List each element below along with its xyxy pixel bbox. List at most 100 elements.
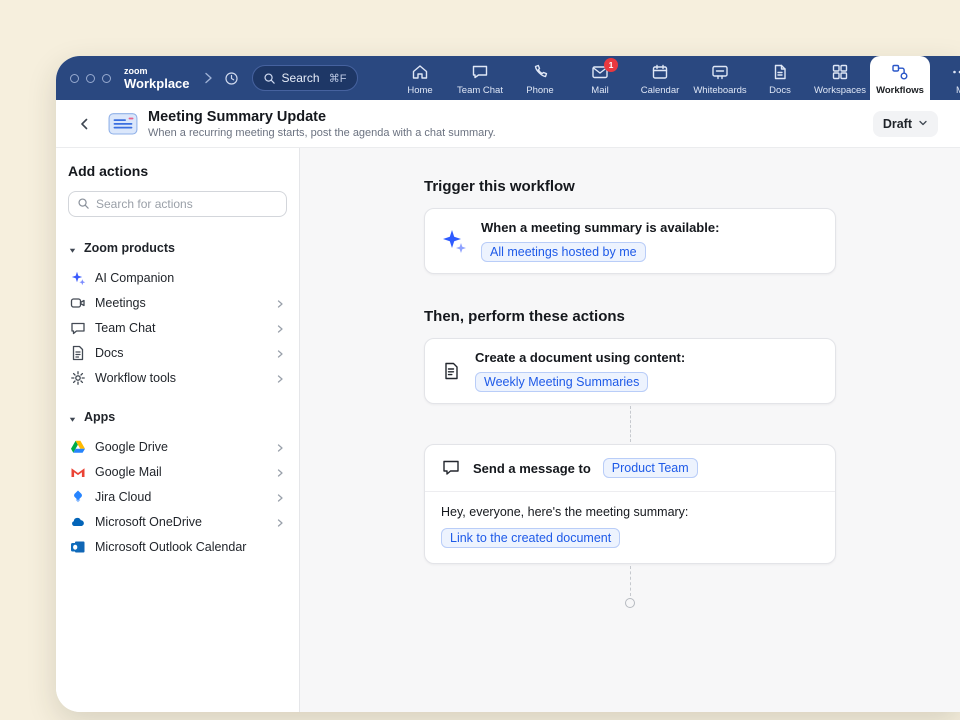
action-search-input[interactable] bbox=[68, 191, 287, 217]
document-icon bbox=[441, 361, 461, 381]
flow-end-circle[interactable] bbox=[625, 598, 635, 608]
home-icon bbox=[410, 62, 430, 82]
chevron-right-icon bbox=[275, 298, 285, 308]
nav-item-mail[interactable]: 1 Mail bbox=[570, 56, 630, 100]
workflows-icon bbox=[890, 62, 910, 82]
chat-bubble-icon bbox=[441, 458, 461, 478]
sidebar-item-jira-cloud[interactable]: Jira Cloud bbox=[68, 484, 287, 509]
sidebar-item-label: Google Mail bbox=[95, 465, 162, 479]
window-control-dots[interactable] bbox=[70, 74, 111, 83]
docs-icon bbox=[770, 62, 790, 82]
add-actions-sidebar: Add actions Zoom products AI Companion M… bbox=[56, 148, 300, 712]
chevron-right-icon bbox=[275, 492, 285, 502]
chevron-right-icon bbox=[275, 348, 285, 358]
chevron-right-icon bbox=[275, 442, 285, 452]
chevron-right-icon bbox=[275, 373, 285, 383]
docs-icon bbox=[70, 345, 86, 361]
logo-workplace-text: Workplace bbox=[124, 77, 190, 90]
draft-status-label: Draft bbox=[883, 117, 912, 131]
meetings-icon bbox=[70, 295, 86, 311]
nav-item-home[interactable]: Home bbox=[390, 56, 450, 100]
nav-item-team-chat[interactable]: Team Chat bbox=[450, 56, 510, 100]
calendar-icon bbox=[650, 62, 670, 82]
draft-status-button[interactable]: Draft bbox=[873, 111, 938, 137]
onedrive-icon bbox=[70, 514, 86, 530]
send-message-card[interactable]: Send a message to Product Team Hey, ever… bbox=[424, 444, 836, 564]
sidebar-item-microsoft-outlook-calendar[interactable]: Microsoft Outlook Calendar bbox=[68, 534, 287, 559]
sidebar-item-label: Docs bbox=[95, 346, 123, 360]
connector-dashed bbox=[630, 566, 631, 596]
chevron-down-icon bbox=[918, 117, 928, 131]
nav-item-label: Workspaces bbox=[814, 85, 866, 96]
product-team-chip[interactable]: Product Team bbox=[603, 458, 698, 478]
actions-heading: Then, perform these actions bbox=[424, 308, 836, 325]
sidebar-item-label: AI Companion bbox=[95, 271, 174, 285]
sidebar-item-microsoft-onedrive[interactable]: Microsoft OneDrive bbox=[68, 509, 287, 534]
nav-items: Home Team Chat Phone 1 Mail Calendar bbox=[390, 56, 960, 100]
section-label: Zoom products bbox=[84, 241, 175, 255]
nav-item-label: Home bbox=[407, 85, 432, 96]
send-message-text: Send a message to bbox=[473, 461, 591, 476]
search-icon bbox=[77, 197, 90, 210]
action-search bbox=[68, 191, 287, 217]
search-icon bbox=[263, 72, 276, 85]
workflow-title: Meeting Summary Update bbox=[148, 109, 496, 125]
logo-zoom-text: zoom bbox=[124, 67, 190, 76]
workflow-title-block: Meeting Summary Update When a recurring … bbox=[148, 109, 496, 139]
search-label: Search bbox=[282, 71, 320, 85]
google-drive-icon bbox=[70, 439, 86, 455]
app-window: zoom Workplace Search ⌘F Home Team Chat bbox=[56, 56, 960, 712]
sidebar-title: Add actions bbox=[68, 163, 287, 179]
nav-item-calendar[interactable]: Calendar bbox=[630, 56, 690, 100]
sidebar-item-docs[interactable]: Docs bbox=[68, 340, 287, 365]
chevron-right-icon bbox=[275, 323, 285, 333]
history-icon[interactable] bbox=[223, 70, 240, 87]
section-zoom-products[interactable]: Zoom products bbox=[68, 239, 287, 257]
ai-companion-icon bbox=[70, 270, 86, 286]
global-search-button[interactable]: Search ⌘F bbox=[252, 65, 358, 91]
sidebar-item-workflow-tools[interactable]: Workflow tools bbox=[68, 365, 287, 390]
sidebar-item-label: Google Drive bbox=[95, 440, 168, 454]
workflow-subtitle: When a recurring meeting starts, post th… bbox=[148, 127, 496, 139]
phone-icon bbox=[530, 62, 550, 82]
nav-item-label: Workflows bbox=[876, 85, 924, 96]
document-link-chip[interactable]: Link to the created document bbox=[441, 528, 620, 548]
message-body-text: Hey, everyone, here's the meeting summar… bbox=[441, 505, 819, 519]
message-body: Hey, everyone, here's the meeting summar… bbox=[425, 492, 835, 563]
nav-item-docs[interactable]: Docs bbox=[750, 56, 810, 100]
sidebar-item-meetings[interactable]: Meetings bbox=[68, 290, 287, 315]
back-button[interactable] bbox=[72, 111, 98, 137]
top-navigation-bar: zoom Workplace Search ⌘F Home Team Chat bbox=[56, 56, 960, 100]
caret-down-icon bbox=[68, 244, 77, 253]
nav-item-label: Team Chat bbox=[457, 85, 503, 96]
section-apps[interactable]: Apps bbox=[68, 408, 287, 426]
sidebar-item-label: Microsoft OneDrive bbox=[95, 515, 202, 529]
mail-badge: 1 bbox=[604, 58, 618, 72]
connector-dashed bbox=[630, 406, 631, 442]
sidebar-item-google-mail[interactable]: Google Mail bbox=[68, 459, 287, 484]
nav-item-label: Whiteboards bbox=[693, 85, 746, 96]
chevron-right-icon bbox=[275, 517, 285, 527]
create-doc-text: Create a document using content: bbox=[475, 350, 685, 365]
document-content-chip[interactable]: Weekly Meeting Summaries bbox=[475, 372, 648, 392]
create-document-card[interactable]: Create a document using content: Weekly … bbox=[424, 338, 836, 404]
sidebar-item-team-chat[interactable]: Team Chat bbox=[68, 315, 287, 340]
nav-item-workspaces[interactable]: Workspaces bbox=[810, 56, 870, 100]
nav-item-workflows[interactable]: Workflows bbox=[870, 56, 930, 100]
sidebar-item-label: Jira Cloud bbox=[95, 490, 151, 504]
body-area: Add actions Zoom products AI Companion M… bbox=[56, 148, 960, 712]
sidebar-item-ai-companion[interactable]: AI Companion bbox=[68, 265, 287, 290]
team-chat-icon bbox=[70, 320, 86, 336]
nav-item-more[interactable]: M bbox=[930, 56, 960, 100]
nav-item-label: Calendar bbox=[641, 85, 680, 96]
chevron-right-icon[interactable] bbox=[203, 71, 213, 85]
nav-item-phone[interactable]: Phone bbox=[510, 56, 570, 100]
nav-item-label: Phone bbox=[526, 85, 553, 96]
sidebar-item-google-drive[interactable]: Google Drive bbox=[68, 434, 287, 459]
outlook-calendar-icon bbox=[70, 539, 86, 555]
nav-item-label: Mail bbox=[591, 85, 608, 96]
trigger-card[interactable]: When a meeting summary is available: All… bbox=[424, 208, 836, 274]
workflow-tools-icon bbox=[70, 370, 86, 386]
nav-item-whiteboards[interactable]: Whiteboards bbox=[690, 56, 750, 100]
trigger-scope-chip[interactable]: All meetings hosted by me bbox=[481, 242, 646, 262]
